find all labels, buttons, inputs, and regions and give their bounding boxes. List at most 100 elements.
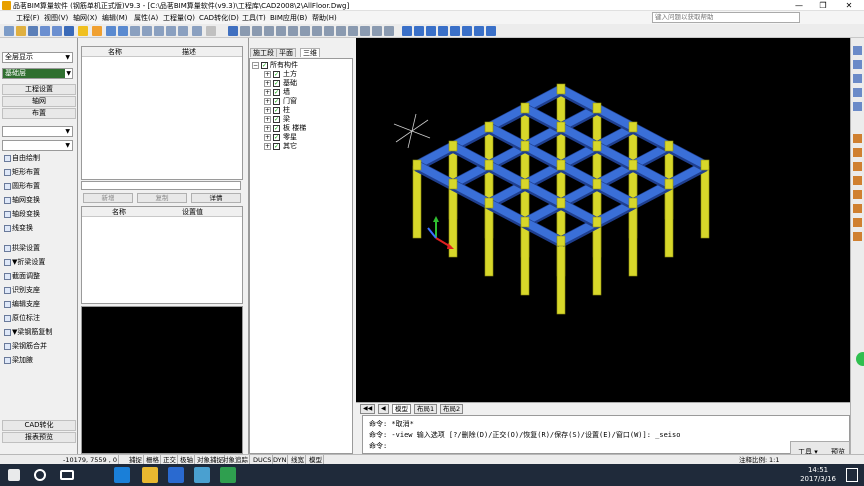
tool-rebar-copy[interactable]: ▼梁钢筋复制 bbox=[2, 326, 76, 339]
menu-axis[interactable]: 轴网(X) bbox=[73, 13, 97, 23]
checkbox-checked-icon[interactable]: ✓ bbox=[273, 134, 280, 141]
checkbox-checked-icon[interactable]: ✓ bbox=[273, 98, 280, 105]
tool-free-draw[interactable]: 自由绘制 bbox=[2, 152, 76, 165]
zoom-out-icon[interactable] bbox=[853, 60, 862, 69]
polyline-icon[interactable] bbox=[252, 26, 262, 36]
expand-icon[interactable]: + bbox=[264, 89, 271, 96]
move-icon[interactable] bbox=[166, 26, 176, 36]
dimension-icon[interactable] bbox=[372, 26, 382, 36]
arc-icon[interactable] bbox=[264, 26, 274, 36]
pan-icon[interactable] bbox=[853, 102, 862, 111]
print-icon[interactable] bbox=[64, 26, 74, 36]
shade-icon[interactable] bbox=[462, 26, 472, 36]
view-iso-icon[interactable] bbox=[438, 26, 448, 36]
expand-icon[interactable]: + bbox=[264, 134, 271, 141]
zoom-extents-icon[interactable] bbox=[853, 88, 862, 97]
tree-item-foundation[interactable]: + ✓ 基础 bbox=[250, 79, 350, 88]
windows-start-icon[interactable] bbox=[8, 469, 20, 481]
floor-select[interactable]: 基础层 ▼ bbox=[2, 68, 73, 79]
menu-properties[interactable]: 属性(A) bbox=[134, 13, 158, 23]
text-style-icon[interactable] bbox=[853, 190, 862, 199]
menu-view[interactable]: 视图(V) bbox=[44, 13, 68, 23]
checkbox-checked-icon[interactable]: ✓ bbox=[273, 89, 280, 96]
axis-grid-button[interactable]: 轴网 bbox=[2, 96, 76, 107]
bulb-icon[interactable] bbox=[78, 26, 88, 36]
report-preview-button[interactable]: 报表预览 bbox=[2, 432, 76, 443]
checkbox-checked-icon[interactable]: ✓ bbox=[273, 143, 280, 150]
checkbox-checked-icon[interactable]: ✓ bbox=[273, 71, 280, 78]
component-select[interactable]: ▼ bbox=[2, 140, 73, 151]
layer-manager-icon[interactable] bbox=[853, 148, 862, 157]
menu-tools[interactable]: 工具(T) bbox=[242, 13, 266, 23]
component-type-select[interactable]: ▼ bbox=[2, 126, 73, 137]
save-icon[interactable] bbox=[28, 26, 38, 36]
measure-icon[interactable] bbox=[360, 26, 370, 36]
nav-first-icon[interactable]: ◀◀ bbox=[360, 404, 376, 414]
dimension-style-icon[interactable] bbox=[853, 176, 862, 185]
expand-icon[interactable]: + bbox=[264, 143, 271, 150]
bim-app-icon[interactable] bbox=[194, 467, 210, 483]
tool-arch-beam[interactable]: 拱梁设置 bbox=[2, 242, 76, 255]
insert-icon[interactable] bbox=[853, 232, 862, 241]
redo-icon[interactable] bbox=[52, 26, 62, 36]
command-window[interactable]: 命令: *取消* 命令: -view 输入选项 [?/删除(D)/正交(O)/恢… bbox=[362, 415, 850, 454]
expand-icon[interactable]: + bbox=[264, 107, 271, 114]
task-view-icon[interactable] bbox=[60, 470, 74, 480]
menu-bim[interactable]: BIM应用(B) bbox=[270, 13, 307, 23]
paste-icon[interactable] bbox=[154, 26, 164, 36]
excel-icon[interactable] bbox=[220, 467, 236, 483]
tool-in-situ-label[interactable]: 原位标注 bbox=[2, 312, 76, 325]
tree-item-other[interactable]: + ✓ 其它 bbox=[250, 142, 350, 151]
tab-construction-segment[interactable]: 施工段 bbox=[250, 48, 277, 57]
select-icon[interactable] bbox=[228, 26, 238, 36]
render-icon[interactable] bbox=[474, 26, 484, 36]
notification-icon[interactable] bbox=[846, 468, 858, 482]
rotate-icon[interactable] bbox=[178, 26, 188, 36]
layer-icon[interactable] bbox=[106, 26, 116, 36]
file-explorer-icon[interactable] bbox=[142, 467, 158, 483]
tool-axis-transform[interactable]: 轴网变换 bbox=[2, 194, 76, 207]
collapse-icon[interactable]: − bbox=[252, 62, 259, 69]
new-component-button[interactable]: 新增 bbox=[83, 193, 133, 203]
chamfer-icon[interactable] bbox=[336, 26, 346, 36]
expand-icon[interactable]: + bbox=[264, 80, 271, 87]
view-front-icon[interactable] bbox=[402, 26, 412, 36]
box-icon[interactable] bbox=[130, 26, 140, 36]
tool-section-adjust[interactable]: 截面调整 bbox=[2, 270, 76, 283]
mirror-icon[interactable] bbox=[192, 26, 202, 36]
cad-convert-button[interactable]: CAD转化 bbox=[2, 420, 76, 431]
tool-segment-transform[interactable]: 轴段变换 bbox=[2, 208, 76, 221]
tool-identify-support[interactable]: 识别支座 bbox=[2, 284, 76, 297]
menu-quantity[interactable]: 工程量(Q) bbox=[163, 13, 195, 23]
expand-icon[interactable]: + bbox=[264, 125, 271, 132]
assistant-bubble-icon[interactable] bbox=[856, 352, 864, 366]
tree-item-wall[interactable]: + ✓ 墙 bbox=[250, 88, 350, 97]
break-icon[interactable] bbox=[312, 26, 322, 36]
close-button[interactable]: ✕ bbox=[838, 0, 860, 11]
wireframe-icon[interactable] bbox=[486, 26, 496, 36]
offset-icon[interactable] bbox=[300, 26, 310, 36]
tool-beam-haunch[interactable]: 梁加腋 bbox=[2, 354, 76, 367]
text-icon[interactable] bbox=[384, 26, 394, 36]
expand-icon[interactable]: + bbox=[264, 71, 271, 78]
hatch-icon[interactable] bbox=[853, 204, 862, 213]
tool-edit-support[interactable]: 编辑支座 bbox=[2, 298, 76, 311]
command-prompt[interactable]: 命令: bbox=[369, 441, 387, 451]
trim-icon[interactable] bbox=[276, 26, 286, 36]
checkbox-checked-icon[interactable]: ✓ bbox=[273, 116, 280, 123]
project-settings-button[interactable]: 工程设置 bbox=[2, 84, 76, 95]
tab-plan[interactable]: 平面 bbox=[276, 48, 296, 57]
tree-item-misc[interactable]: + ✓ 零星 bbox=[250, 133, 350, 142]
layout-tab-layout2[interactable]: 布局2 bbox=[440, 404, 464, 414]
tree-item-earthwork[interactable]: + ✓ 土方 bbox=[250, 70, 350, 79]
menu-edit[interactable]: 编辑(M) bbox=[102, 13, 128, 23]
open-file-icon[interactable] bbox=[16, 26, 26, 36]
store-icon[interactable] bbox=[168, 467, 184, 483]
view-side-icon[interactable] bbox=[426, 26, 436, 36]
edge-browser-icon[interactable] bbox=[114, 467, 130, 483]
checkbox-checked-icon[interactable]: ✓ bbox=[273, 80, 280, 87]
match-props-icon[interactable] bbox=[853, 162, 862, 171]
checkbox-checked-icon[interactable]: ✓ bbox=[273, 107, 280, 114]
menu-help[interactable]: 帮助(H) bbox=[312, 13, 337, 23]
block-icon[interactable] bbox=[853, 218, 862, 227]
